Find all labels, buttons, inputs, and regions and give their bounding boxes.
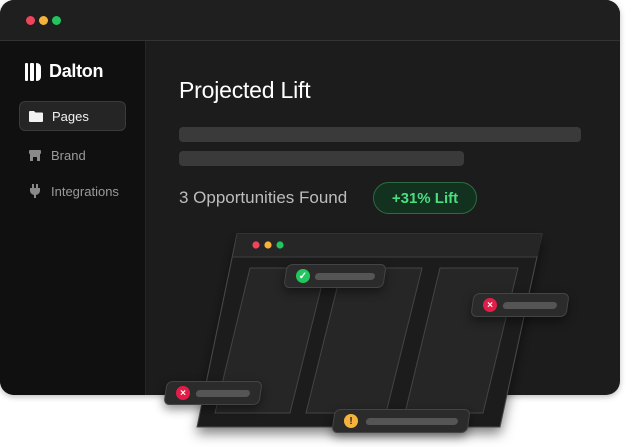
title-bar [0, 0, 620, 41]
page-title: Projected Lift [179, 77, 311, 103]
lift-badge: +31% Lift [373, 182, 477, 214]
opportunities-count: 3 Opportunities Found [179, 188, 348, 207]
status-chip: ✓ [283, 264, 387, 288]
chip-placeholder-bar [365, 418, 459, 425]
skeleton-line [179, 151, 464, 166]
maximize-window-dot[interactable] [52, 16, 61, 25]
sidebar-item-integrations[interactable]: Integrations [19, 176, 126, 206]
error-icon: × [176, 386, 190, 400]
chip-placeholder-bar [195, 390, 251, 397]
storefront-icon [28, 148, 42, 162]
app-name: Dalton [49, 61, 104, 81]
sidebar-item-label: Pages [52, 108, 89, 124]
sidebar-item-brand[interactable]: Brand [19, 140, 126, 170]
plug-icon [28, 184, 42, 198]
warning-icon: ! [344, 414, 358, 428]
chip-placeholder-bar [502, 302, 558, 309]
status-chip: × [470, 293, 570, 317]
status-chip: × [163, 381, 263, 405]
dalton-logo-icon [25, 62, 41, 81]
error-icon: × [483, 298, 497, 312]
sidebar-item-pages[interactable]: Pages [19, 101, 126, 131]
app-window: Dalton Pages Brand Integrations Projecte… [0, 0, 620, 395]
sidebar [0, 41, 146, 395]
sidebar-item-label: Integrations [51, 183, 119, 199]
check-icon: ✓ [296, 269, 310, 283]
status-chip: ! [331, 409, 471, 433]
chip-placeholder-bar [314, 273, 376, 280]
close-window-dot[interactable] [26, 16, 35, 25]
app-logo[interactable]: Dalton [25, 61, 104, 82]
sidebar-item-label: Brand [51, 147, 86, 163]
folder-icon [29, 109, 43, 123]
minimize-window-dot[interactable] [39, 16, 48, 25]
skeleton-line [179, 127, 581, 142]
